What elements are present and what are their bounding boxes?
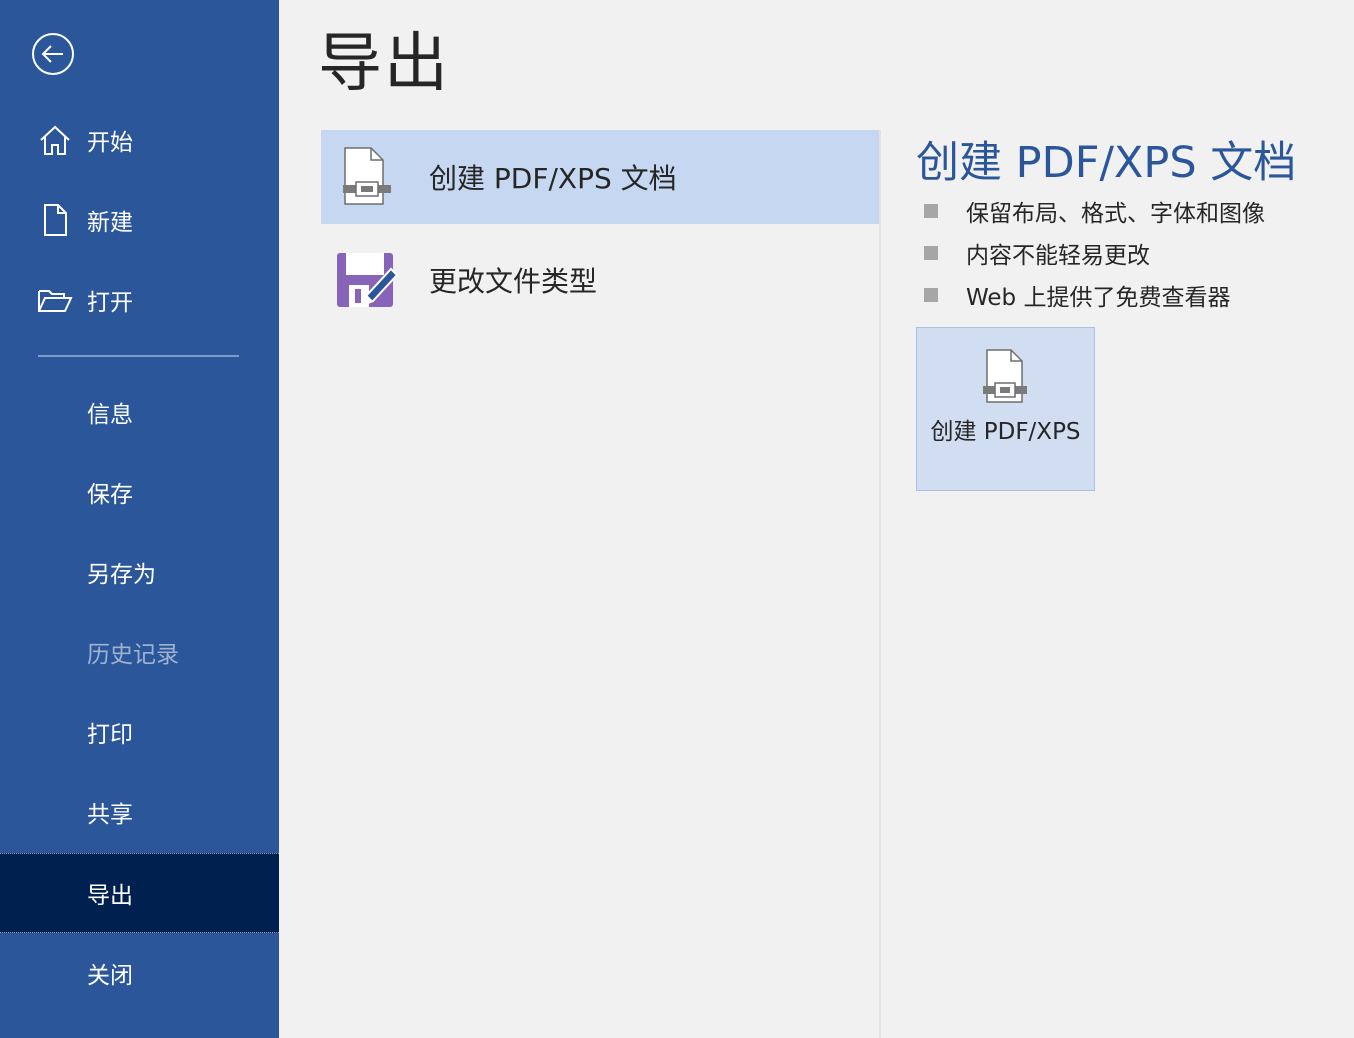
sidebar-item-share[interactable]: 共享 <box>0 772 279 852</box>
sidebar-item-new[interactable]: 新建 <box>0 180 279 260</box>
sidebar-item-label: 打印 <box>87 722 133 748</box>
sidebar-item-history: 历史记录 <box>0 612 279 692</box>
new-document-icon <box>37 202 73 238</box>
export-option-change-file-type[interactable]: 更改文件类型 <box>321 233 879 327</box>
list-item: 内容不能轻易更改 <box>924 232 1265 274</box>
sidebar-item-close[interactable]: 关闭 <box>0 933 279 1013</box>
feature-list: 保留布局、格式、字体和图像 内容不能轻易更改 Web 上提供了免费查看器 <box>924 190 1265 316</box>
sidebar-item-save-as[interactable]: 另存为 <box>0 532 279 612</box>
bullet-square-icon <box>924 246 938 260</box>
sidebar-divider <box>38 355 239 357</box>
create-pdf-xps-button[interactable]: 创建 PDF/XPS <box>916 327 1095 491</box>
export-option-label: 创建 PDF/XPS 文档 <box>429 162 677 195</box>
open-folder-icon <box>37 282 73 318</box>
sidebar-item-label: 导出 <box>87 883 133 909</box>
bullet-square-icon <box>924 288 938 302</box>
list-item: Web 上提供了免费查看器 <box>924 274 1265 316</box>
sidebar-item-label: 保存 <box>87 482 133 508</box>
home-icon <box>37 122 73 158</box>
pane-divider <box>879 130 881 1038</box>
sidebar-item-label: 信息 <box>87 402 133 428</box>
back-arrow-icon <box>32 33 74 75</box>
sidebar-item-label: 历史记录 <box>87 642 179 668</box>
back-button[interactable] <box>30 31 76 77</box>
export-option-label: 更改文件类型 <box>429 265 598 298</box>
sidebar-item-print[interactable]: 打印 <box>0 692 279 772</box>
sidebar-item-label: 开始 <box>87 130 133 156</box>
backstage-sidebar: 开始 新建 打开 信息 保存 另存为 历史记录 打印 共享 导出 关闭 <box>0 0 279 1038</box>
sidebar-item-label: 关闭 <box>87 963 133 989</box>
save-edit-icon <box>337 249 399 311</box>
page-title: 导出 <box>318 27 450 101</box>
bullet-square-icon <box>924 204 938 218</box>
sidebar-item-info[interactable]: 信息 <box>0 372 279 452</box>
sidebar-item-home[interactable]: 开始 <box>0 100 279 180</box>
sidebar-item-open[interactable]: 打开 <box>0 260 279 340</box>
export-option-create-pdf[interactable]: 创建 PDF/XPS 文档 <box>321 130 879 224</box>
sidebar-item-export[interactable]: 导出 <box>0 853 279 933</box>
sidebar-item-label: 共享 <box>87 802 133 828</box>
pdf-document-icon <box>981 348 1031 404</box>
sidebar-item-label: 另存为 <box>87 562 156 588</box>
pdf-document-icon <box>337 146 397 208</box>
create-button-label: 创建 PDF/XPS <box>930 419 1081 445</box>
sidebar-item-save[interactable]: 保存 <box>0 452 279 532</box>
list-item: 保留布局、格式、字体和图像 <box>924 190 1265 232</box>
sidebar-item-label: 打开 <box>87 290 133 316</box>
detail-title: 创建 PDF/XPS 文档 <box>916 138 1297 188</box>
sidebar-item-label: 新建 <box>87 210 133 236</box>
